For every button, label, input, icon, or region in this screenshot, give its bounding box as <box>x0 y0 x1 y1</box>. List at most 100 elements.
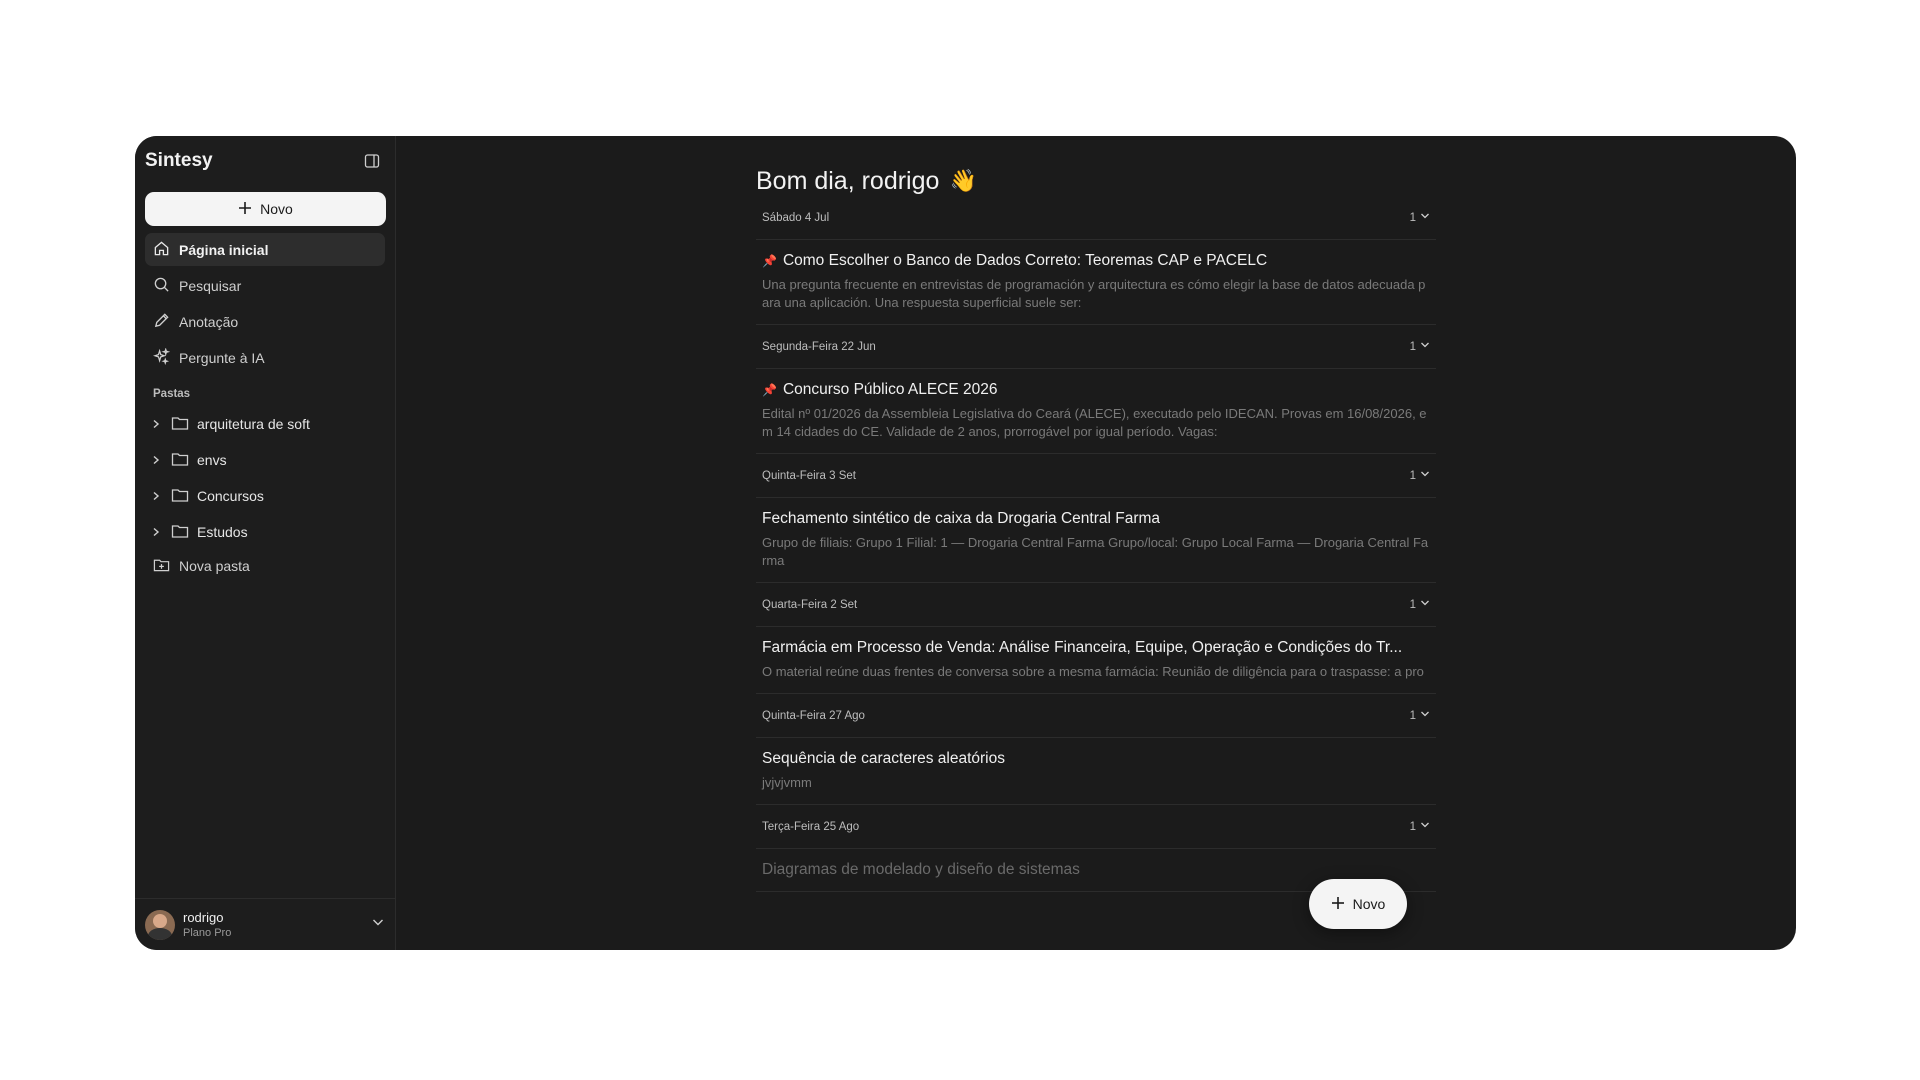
sidebar-header: Sintesy <box>145 136 385 186</box>
folder-icon <box>171 523 189 542</box>
note-preview: jvjvjvmm <box>762 775 812 790</box>
group-count: 1 <box>1409 709 1416 722</box>
new-folder-label: Nova pasta <box>179 558 250 574</box>
note-title: Fechamento sintético de caixa da Drogari… <box>762 510 1161 527</box>
greeting: Bom dia, rodrigo 👋 <box>756 166 1436 196</box>
group-toggle[interactable]: 1 <box>1410 211 1430 224</box>
nav-item-home[interactable]: Página inicial <box>145 233 385 266</box>
nav-item-label: Pergunte à IA <box>179 349 265 366</box>
new-folder-button[interactable]: Nova pasta <box>145 550 385 582</box>
note-title: Sequência de caracteres aleatórios <box>762 750 1005 767</box>
note-title-row: Fechamento sintético de caixa da Drogari… <box>762 510 1430 528</box>
chevron-right-icon[interactable] <box>149 419 163 429</box>
group-toggle[interactable]: 1 <box>1410 820 1430 833</box>
chevron-right-icon[interactable] <box>149 491 163 501</box>
nav-item-search[interactable]: Pesquisar <box>145 269 385 302</box>
folder-label: Estudos <box>197 524 248 540</box>
greeting-emoji: 👋 <box>949 168 977 193</box>
group-toggle[interactable]: 1 <box>1410 469 1430 482</box>
group-toggle[interactable]: 1 <box>1410 340 1430 353</box>
date-header: Sábado 4 Jul 1 <box>756 196 1436 240</box>
greeting-text: Bom dia, rodrigo <box>756 166 940 195</box>
pin-icon: 📌 <box>762 383 777 397</box>
date-label: Terça-Feira 25 Ago <box>762 820 860 833</box>
chevron-down-icon <box>1420 211 1430 224</box>
group-count: 1 <box>1409 340 1416 353</box>
new-button[interactable]: Novo <box>145 192 386 226</box>
date-label: Quarta-Feira 2 Set <box>762 598 858 611</box>
group-toggle[interactable]: 1 <box>1410 598 1430 611</box>
nav-item-label: Página inicial <box>179 241 269 258</box>
date-header: Terça-Feira 25 Ago 1 <box>756 805 1436 849</box>
plus-icon <box>238 201 252 218</box>
user-info: rodrigo Plano Pro <box>183 910 363 939</box>
date-group: Segunda-Feira 22 Jun 1 📌 Concurso Públic… <box>756 325 1436 454</box>
date-group: Sábado 4 Jul 1 📌 Como Escolher o Banco d… <box>756 196 1436 325</box>
note-title-row: 📌 Como Escolher o Banco de Dados Correto… <box>762 252 1430 270</box>
date-label: Sábado 4 Jul <box>762 211 830 224</box>
note-preview: Grupo de filiais: Grupo 1 Filial: 1 — Dr… <box>762 535 1429 568</box>
sidebar: Sintesy Novo Página inicial Pesquisar An… <box>135 136 396 950</box>
group-count: 1 <box>1409 211 1416 224</box>
note-preview: Edital nº 01/2026 da Assembleia Legislat… <box>762 406 1427 439</box>
date-header: Quinta-Feira 3 Set 1 <box>756 454 1436 498</box>
main-content: Bom dia, rodrigo 👋 Sábado 4 Jul 1 📌 Como… <box>396 136 1796 950</box>
pencil-icon <box>153 312 170 332</box>
date-group: Quinta-Feira 3 Set 1 Fechamento sintétic… <box>756 454 1436 583</box>
folder-item[interactable]: arquitetura de soft <box>145 406 385 442</box>
folder-label: Concursos <box>197 488 264 504</box>
chevron-down-icon <box>1420 469 1430 482</box>
new-button-label: Novo <box>260 201 293 217</box>
chevron-down-icon[interactable] <box>371 915 385 934</box>
folder-icon <box>171 451 189 470</box>
note-preview: Una pregunta frecuente en entrevistas de… <box>762 277 1426 310</box>
note-entry[interactable]: Farmácia em Processo de Venda: Análise F… <box>756 627 1436 694</box>
chevron-down-icon <box>1420 340 1430 353</box>
home-icon <box>153 240 170 260</box>
folder-icon <box>171 487 189 506</box>
folder-item[interactable]: Estudos <box>145 514 385 550</box>
date-label: Quinta-Feira 27 Ago <box>762 709 865 722</box>
note-entry[interactable]: Sequência de caracteres aleatórios jvjvj… <box>756 738 1436 805</box>
search-icon <box>153 276 170 296</box>
chevron-down-icon <box>1420 598 1430 611</box>
note-title-row: 📌 Concurso Público ALECE 2026 <box>762 381 1430 399</box>
note-title: Farmácia em Processo de Venda: Análise F… <box>762 639 1403 656</box>
chevron-right-icon[interactable] <box>149 527 163 537</box>
note-title: Diagramas de modelado y diseño de sistem… <box>762 861 1080 878</box>
note-title: Como Escolher o Banco de Dados Correto: … <box>782 252 1268 269</box>
date-label: Segunda-Feira 22 Jun <box>762 340 876 353</box>
note-entry[interactable]: 📌 Como Escolher o Banco de Dados Correto… <box>756 240 1436 325</box>
group-toggle[interactable]: 1 <box>1410 709 1430 722</box>
folder-item[interactable]: envs <box>145 442 385 478</box>
folder-item[interactable]: Concursos <box>145 478 385 514</box>
date-label: Quinta-Feira 3 Set <box>762 469 856 482</box>
chevron-down-icon <box>1420 820 1430 833</box>
notes-feed: Bom dia, rodrigo 👋 Sábado 4 Jul 1 📌 Como… <box>756 136 1436 892</box>
user-menu[interactable]: rodrigo Plano Pro <box>135 898 395 950</box>
chevron-right-icon[interactable] <box>149 455 163 465</box>
collapse-sidebar-icon[interactable] <box>361 150 383 172</box>
folder-label: envs <box>197 452 227 468</box>
date-group: Quarta-Feira 2 Set 1 Farmácia em Process… <box>756 583 1436 694</box>
nav-item-ask-ai[interactable]: Pergunte à IA <box>145 341 385 374</box>
plus-icon <box>1331 896 1345 913</box>
user-name: rodrigo <box>183 910 224 925</box>
group-count: 1 <box>1409 598 1416 611</box>
sparkles-icon <box>152 346 171 368</box>
note-title: Concurso Público ALECE 2026 <box>782 381 998 398</box>
floating-new-label: Novo <box>1352 896 1386 912</box>
floating-new-button[interactable]: Novo <box>1309 879 1407 929</box>
group-count: 1 <box>1409 469 1416 482</box>
folder-icon <box>171 415 189 434</box>
user-plan: Plano Pro <box>183 927 232 939</box>
date-group: Quinta-Feira 27 Ago 1 Sequência de carac… <box>756 694 1436 805</box>
date-header: Quarta-Feira 2 Set 1 <box>756 583 1436 627</box>
note-entry[interactable]: Fechamento sintético de caixa da Drogari… <box>756 498 1436 583</box>
folder-plus-icon <box>153 557 170 576</box>
nav-item-note[interactable]: Anotação <box>145 305 385 338</box>
nav-item-label: Pesquisar <box>179 277 242 294</box>
note-entry[interactable]: 📌 Concurso Público ALECE 2026 Edital nº … <box>756 369 1436 454</box>
date-header: Quinta-Feira 27 Ago 1 <box>756 694 1436 738</box>
note-title-row: Farmácia em Processo de Venda: Análise F… <box>762 639 1430 657</box>
